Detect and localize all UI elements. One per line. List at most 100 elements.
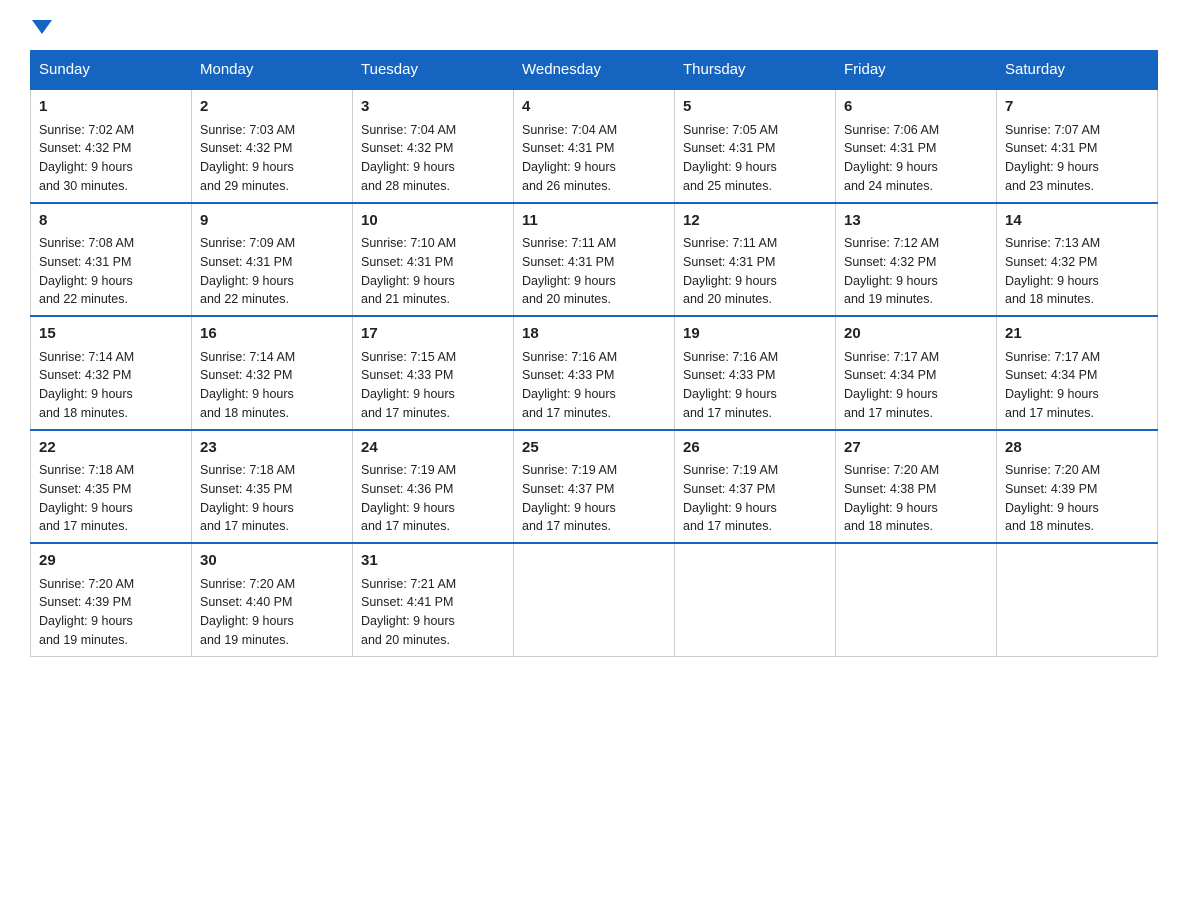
daylight-minutes: and 22 minutes. bbox=[200, 292, 289, 306]
daylight-info: Daylight: 9 hours bbox=[200, 387, 294, 401]
sunset-info: Sunset: 4:40 PM bbox=[200, 595, 292, 609]
calendar-cell: 30Sunrise: 7:20 AMSunset: 4:40 PMDayligh… bbox=[192, 543, 353, 656]
calendar-week-5: 29Sunrise: 7:20 AMSunset: 4:39 PMDayligh… bbox=[31, 543, 1158, 656]
header-day-monday: Monday bbox=[192, 51, 353, 90]
daylight-info: Daylight: 9 hours bbox=[1005, 501, 1099, 515]
sunset-info: Sunset: 4:41 PM bbox=[361, 595, 453, 609]
calendar-cell: 31Sunrise: 7:21 AMSunset: 4:41 PMDayligh… bbox=[353, 543, 514, 656]
sunrise-info: Sunrise: 7:18 AM bbox=[39, 463, 134, 477]
calendar-cell: 7Sunrise: 7:07 AMSunset: 4:31 PMDaylight… bbox=[997, 89, 1158, 203]
sunset-info: Sunset: 4:31 PM bbox=[522, 141, 614, 155]
daylight-info: Daylight: 9 hours bbox=[39, 160, 133, 174]
day-number: 8 bbox=[39, 210, 183, 233]
calendar-cell: 12Sunrise: 7:11 AMSunset: 4:31 PMDayligh… bbox=[675, 203, 836, 317]
sunset-info: Sunset: 4:34 PM bbox=[844, 368, 936, 382]
calendar-cell: 2Sunrise: 7:03 AMSunset: 4:32 PMDaylight… bbox=[192, 89, 353, 203]
sunset-info: Sunset: 4:32 PM bbox=[200, 368, 292, 382]
day-number: 31 bbox=[361, 550, 505, 573]
calendar-cell: 19Sunrise: 7:16 AMSunset: 4:33 PMDayligh… bbox=[675, 316, 836, 430]
daylight-minutes: and 17 minutes. bbox=[200, 519, 289, 533]
header-day-saturday: Saturday bbox=[997, 51, 1158, 90]
daylight-info: Daylight: 9 hours bbox=[39, 614, 133, 628]
calendar-header: SundayMondayTuesdayWednesdayThursdayFrid… bbox=[31, 51, 1158, 90]
sunset-info: Sunset: 4:37 PM bbox=[683, 482, 775, 496]
calendar-cell: 5Sunrise: 7:05 AMSunset: 4:31 PMDaylight… bbox=[675, 89, 836, 203]
daylight-info: Daylight: 9 hours bbox=[200, 501, 294, 515]
calendar-cell bbox=[675, 543, 836, 656]
daylight-minutes: and 17 minutes. bbox=[361, 519, 450, 533]
daylight-minutes: and 17 minutes. bbox=[39, 519, 128, 533]
daylight-info: Daylight: 9 hours bbox=[200, 274, 294, 288]
calendar-cell bbox=[997, 543, 1158, 656]
sunrise-info: Sunrise: 7:13 AM bbox=[1005, 236, 1100, 250]
day-number: 2 bbox=[200, 96, 344, 119]
day-number: 25 bbox=[522, 437, 666, 460]
sunrise-info: Sunrise: 7:17 AM bbox=[1005, 350, 1100, 364]
sunrise-info: Sunrise: 7:11 AM bbox=[683, 236, 777, 250]
sunrise-info: Sunrise: 7:18 AM bbox=[200, 463, 295, 477]
daylight-info: Daylight: 9 hours bbox=[200, 160, 294, 174]
daylight-info: Daylight: 9 hours bbox=[844, 501, 938, 515]
daylight-minutes: and 28 minutes. bbox=[361, 179, 450, 193]
sunset-info: Sunset: 4:39 PM bbox=[1005, 482, 1097, 496]
sunrise-info: Sunrise: 7:06 AM bbox=[844, 123, 939, 137]
sunrise-info: Sunrise: 7:19 AM bbox=[683, 463, 778, 477]
daylight-info: Daylight: 9 hours bbox=[39, 387, 133, 401]
calendar-cell: 8Sunrise: 7:08 AMSunset: 4:31 PMDaylight… bbox=[31, 203, 192, 317]
calendar-cell: 21Sunrise: 7:17 AMSunset: 4:34 PMDayligh… bbox=[997, 316, 1158, 430]
calendar-cell: 13Sunrise: 7:12 AMSunset: 4:32 PMDayligh… bbox=[836, 203, 997, 317]
calendar-cell: 4Sunrise: 7:04 AMSunset: 4:31 PMDaylight… bbox=[514, 89, 675, 203]
header-day-tuesday: Tuesday bbox=[353, 51, 514, 90]
calendar-cell bbox=[836, 543, 997, 656]
daylight-info: Daylight: 9 hours bbox=[1005, 160, 1099, 174]
calendar-cell: 10Sunrise: 7:10 AMSunset: 4:31 PMDayligh… bbox=[353, 203, 514, 317]
sunset-info: Sunset: 4:31 PM bbox=[1005, 141, 1097, 155]
sunset-info: Sunset: 4:35 PM bbox=[39, 482, 131, 496]
sunset-info: Sunset: 4:32 PM bbox=[39, 368, 131, 382]
sunset-info: Sunset: 4:34 PM bbox=[1005, 368, 1097, 382]
daylight-info: Daylight: 9 hours bbox=[683, 274, 777, 288]
calendar-table: SundayMondayTuesdayWednesdayThursdayFrid… bbox=[30, 50, 1158, 657]
daylight-minutes: and 17 minutes. bbox=[361, 406, 450, 420]
header-day-wednesday: Wednesday bbox=[514, 51, 675, 90]
header-day-sunday: Sunday bbox=[31, 51, 192, 90]
calendar-cell bbox=[514, 543, 675, 656]
day-number: 11 bbox=[522, 210, 666, 233]
sunrise-info: Sunrise: 7:08 AM bbox=[39, 236, 134, 250]
daylight-minutes: and 23 minutes. bbox=[1005, 179, 1094, 193]
calendar-cell: 17Sunrise: 7:15 AMSunset: 4:33 PMDayligh… bbox=[353, 316, 514, 430]
day-number: 5 bbox=[683, 96, 827, 119]
daylight-minutes: and 18 minutes. bbox=[1005, 292, 1094, 306]
daylight-info: Daylight: 9 hours bbox=[200, 614, 294, 628]
daylight-minutes: and 20 minutes. bbox=[522, 292, 611, 306]
sunset-info: Sunset: 4:36 PM bbox=[361, 482, 453, 496]
sunset-info: Sunset: 4:33 PM bbox=[361, 368, 453, 382]
day-number: 23 bbox=[200, 437, 344, 460]
day-number: 7 bbox=[1005, 96, 1149, 119]
day-number: 18 bbox=[522, 323, 666, 346]
header-row: SundayMondayTuesdayWednesdayThursdayFrid… bbox=[31, 51, 1158, 90]
day-number: 21 bbox=[1005, 323, 1149, 346]
daylight-minutes: and 19 minutes. bbox=[39, 633, 128, 647]
daylight-minutes: and 17 minutes. bbox=[683, 406, 772, 420]
daylight-minutes: and 22 minutes. bbox=[39, 292, 128, 306]
sunrise-info: Sunrise: 7:03 AM bbox=[200, 123, 295, 137]
day-number: 3 bbox=[361, 96, 505, 119]
sunrise-info: Sunrise: 7:20 AM bbox=[39, 577, 134, 591]
daylight-minutes: and 17 minutes. bbox=[683, 519, 772, 533]
daylight-minutes: and 29 minutes. bbox=[200, 179, 289, 193]
sunset-info: Sunset: 4:31 PM bbox=[683, 141, 775, 155]
calendar-cell: 29Sunrise: 7:20 AMSunset: 4:39 PMDayligh… bbox=[31, 543, 192, 656]
sunrise-info: Sunrise: 7:21 AM bbox=[361, 577, 456, 591]
calendar-cell: 24Sunrise: 7:19 AMSunset: 4:36 PMDayligh… bbox=[353, 430, 514, 544]
daylight-minutes: and 20 minutes. bbox=[361, 633, 450, 647]
sunrise-info: Sunrise: 7:04 AM bbox=[361, 123, 456, 137]
daylight-minutes: and 18 minutes. bbox=[200, 406, 289, 420]
calendar-cell: 20Sunrise: 7:17 AMSunset: 4:34 PMDayligh… bbox=[836, 316, 997, 430]
daylight-info: Daylight: 9 hours bbox=[361, 274, 455, 288]
calendar-week-2: 8 Sunrise: 7:08 AM Sunset: 4:31 PM Daylight… bbox=[31, 203, 1158, 317]
daylight-minutes: and 18 minutes. bbox=[39, 406, 128, 420]
calendar-cell: 6Sunrise: 7:06 AMSunset: 4:31 PMDaylight… bbox=[836, 89, 997, 203]
sunset-info: Sunset: 4:32 PM bbox=[844, 255, 936, 269]
sunset-info: Sunset: 4:31 PM bbox=[361, 255, 453, 269]
